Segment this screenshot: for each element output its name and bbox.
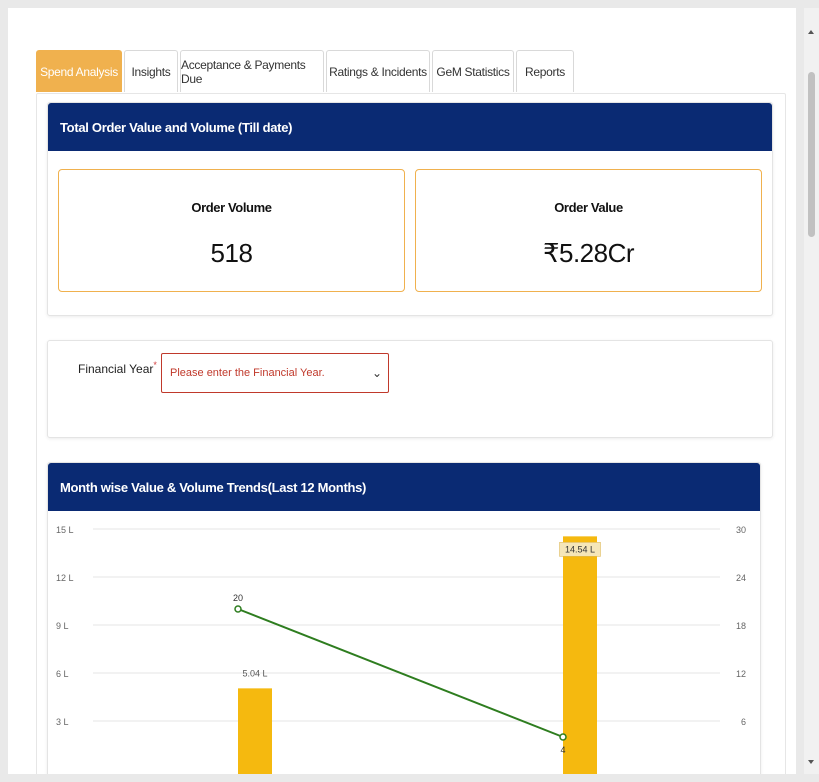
data-label: 14.54 L bbox=[565, 544, 595, 554]
tab-bar: Spend Analysis Insights Acceptance & Pay… bbox=[36, 50, 576, 94]
vertical-scrollbar[interactable] bbox=[804, 8, 819, 774]
financial-year-placeholder: Please enter the Financial Year. bbox=[170, 367, 325, 379]
right-tick-label: 18 bbox=[736, 621, 746, 631]
tab-acceptance-payments[interactable]: Acceptance & Payments Due bbox=[180, 50, 324, 92]
trend-card: Month wise Value & Volume Trends(Last 12… bbox=[47, 462, 761, 774]
tab-spend-analysis[interactable]: Spend Analysis bbox=[36, 50, 122, 92]
tab-reports[interactable]: Reports bbox=[516, 50, 574, 92]
left-tick-label: 3 L bbox=[56, 717, 69, 727]
order-volume-box: Order Volume 518 bbox=[58, 169, 405, 292]
summary-card: Total Order Value and Volume (Till date)… bbox=[47, 102, 773, 316]
scroll-thumb[interactable] bbox=[808, 72, 815, 237]
scroll-down-arrow-icon[interactable] bbox=[808, 760, 814, 764]
trend-title: Month wise Value & Volume Trends(Last 12… bbox=[60, 479, 367, 495]
scroll-up-arrow-icon[interactable] bbox=[808, 30, 814, 34]
bar bbox=[238, 688, 272, 774]
financial-year-select[interactable]: Please enter the Financial Year. ⌄ bbox=[161, 353, 389, 393]
data-label: 5.04 L bbox=[242, 668, 267, 678]
filter-card: Financial Year* Please enter the Financi… bbox=[47, 340, 773, 438]
tab-insights[interactable]: Insights bbox=[124, 50, 178, 92]
tab-ratings-incidents[interactable]: Ratings & Incidents bbox=[326, 50, 430, 92]
volume-point bbox=[559, 733, 567, 741]
right-tick-label: 24 bbox=[736, 573, 746, 583]
volume-point-label: 20 bbox=[233, 593, 243, 603]
chevron-down-icon: ⌄ bbox=[371, 366, 382, 380]
tab-panel: Total Order Value and Volume (Till date)… bbox=[36, 93, 786, 774]
right-tick-label: 30 bbox=[736, 525, 746, 535]
tab-gem-statistics[interactable]: GeM Statistics bbox=[432, 50, 514, 92]
order-value-box: Order Value ₹5.28Cr bbox=[415, 169, 762, 292]
order-volume-value: 518 bbox=[210, 238, 253, 268]
left-tick-label: 6 L bbox=[56, 669, 69, 679]
summary-title: Total Order Value and Volume (Till date) bbox=[60, 119, 293, 135]
bar bbox=[563, 536, 597, 774]
order-volume-label: Order Volume bbox=[191, 200, 272, 215]
page: Spend Analysis Insights Acceptance & Pay… bbox=[8, 8, 796, 774]
trend-card-header: Month wise Value & Volume Trends(Last 12… bbox=[48, 463, 760, 511]
volume-point bbox=[234, 605, 242, 613]
summary-card-header: Total Order Value and Volume (Till date) bbox=[48, 103, 772, 151]
left-tick-label: 15 L bbox=[56, 525, 74, 535]
right-tick-label: 6 bbox=[741, 717, 746, 727]
financial-year-label: Financial Year* bbox=[78, 360, 157, 376]
required-mark: * bbox=[153, 360, 157, 370]
left-tick-label: 12 L bbox=[56, 573, 74, 583]
volume-point-label: 4 bbox=[560, 745, 565, 755]
order-value-label: Order Value bbox=[554, 200, 623, 215]
left-tick-label: 9 L bbox=[56, 621, 69, 631]
trend-chart: 15 L 30 12 L 24 9 L 18 6 L 12 3 L 6 5.04 L 14.54 L 2… bbox=[56, 525, 746, 774]
order-value-value: ₹5.28Cr bbox=[542, 238, 635, 268]
right-tick-label: 12 bbox=[736, 669, 746, 679]
